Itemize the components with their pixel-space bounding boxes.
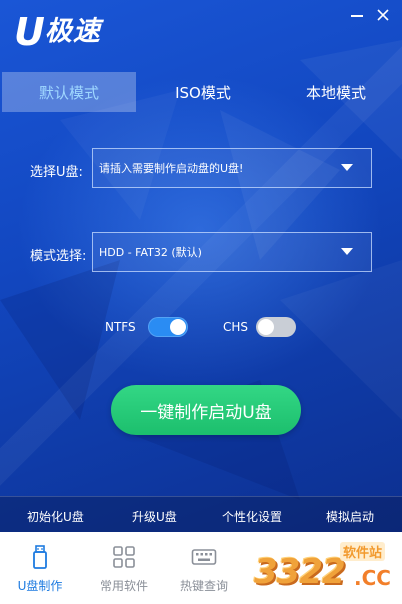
apps-grid-icon	[113, 546, 135, 568]
usb-select-label: 选择U盘:	[30, 165, 83, 180]
init-usb-link[interactable]: 初始化U盘	[27, 508, 84, 525]
chs-label: CHS	[223, 320, 249, 334]
tab-iso-mode[interactable]: ISO模式	[136, 72, 270, 112]
logo-text: 极速	[44, 16, 101, 47]
simulate-boot-link[interactable]: 模拟启动	[326, 508, 374, 525]
tab-local-mode[interactable]: 本地模式	[270, 72, 402, 112]
logo-letter: U	[14, 10, 45, 54]
main-panel: U 极速 默认模式 ISO模式 本地模式 选择U盘: 请插入需要制作启动盘的U盘…	[0, 0, 402, 532]
toggle-knob	[170, 319, 186, 335]
app-logo: U 极速	[14, 12, 101, 52]
watermark-site: 软件站	[340, 542, 386, 561]
ntfs-toggle[interactable]	[148, 317, 188, 337]
nav-usb-make[interactable]: U盘制作	[0, 532, 80, 604]
ntfs-label: NTFS	[105, 320, 136, 334]
mode-select-value: HDD - FAT32 (默认)	[99, 246, 202, 259]
mode-tabs: 默认模式 ISO模式 本地模式	[0, 72, 402, 112]
keyboard-icon	[191, 549, 217, 565]
minimize-button[interactable]	[346, 4, 368, 26]
site-watermark: 3322 软件站 .CC	[250, 538, 398, 600]
nav-hotkey-lookup[interactable]: 热键查询	[164, 532, 244, 604]
mode-select[interactable]: HDD - FAT32 (默认)	[92, 232, 372, 272]
make-bootable-usb-button[interactable]: 一键制作启动U盘	[111, 385, 301, 435]
minimize-icon	[351, 15, 363, 17]
usb-select[interactable]: 请插入需要制作启动盘的U盘!	[92, 148, 372, 188]
title-bar: U 极速	[0, 0, 402, 70]
bottom-nav: U盘制作 常用软件 热键查询 3322 软件站 .CC	[0, 532, 402, 604]
tab-default-mode[interactable]: 默认模式	[2, 72, 136, 112]
usb-select-value: 请插入需要制作启动盘的U盘!	[99, 162, 244, 175]
chs-toggle[interactable]	[256, 317, 296, 337]
upgrade-usb-link[interactable]: 升级U盘	[132, 508, 177, 525]
chevron-down-icon	[341, 248, 353, 255]
nav-usb-make-label: U盘制作	[17, 579, 63, 593]
usb-drive-icon	[33, 545, 47, 569]
close-button[interactable]	[372, 4, 394, 26]
chevron-down-icon	[341, 164, 353, 171]
tool-bar: 初始化U盘 升级U盘 个性化设置 模拟启动	[0, 496, 402, 532]
close-icon	[377, 9, 389, 21]
personalize-settings-link[interactable]: 个性化设置	[222, 508, 282, 525]
watermark-number: 3322	[254, 552, 346, 592]
watermark-domain: .CC	[354, 566, 391, 590]
nav-common-software[interactable]: 常用软件	[84, 532, 164, 604]
mode-select-label: 模式选择:	[30, 249, 87, 264]
nav-common-software-label: 常用软件	[99, 579, 148, 593]
toggle-knob	[258, 319, 274, 335]
nav-hotkey-lookup-label: 热键查询	[179, 579, 228, 593]
